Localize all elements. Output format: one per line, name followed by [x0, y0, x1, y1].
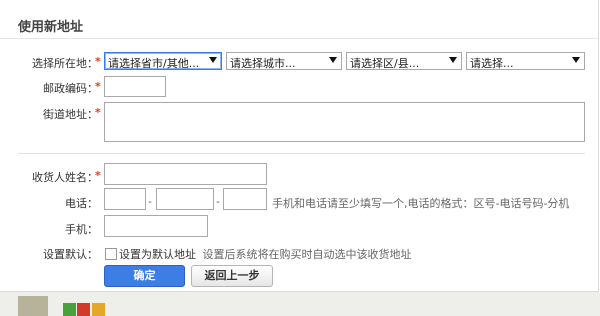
phone-separator: - [148, 195, 152, 208]
background-page-strip [0, 292, 600, 316]
default-label: 设置默认： [43, 248, 98, 261]
dialog-title: 使用新地址 [18, 20, 84, 35]
province-select-value: 请选择省市/其他... [108, 57, 200, 70]
default-address-hint: 设置后系统将在购买时自动选中该收货地址 [202, 248, 412, 261]
default-address-checkbox-label[interactable]: 设置为默认地址 设置后系统将在购买时自动选中该收货地址 [119, 246, 412, 262]
chevron-down-icon [449, 57, 457, 63]
default-checkbox-text: 设置为默认地址 [119, 248, 196, 261]
chevron-down-icon [329, 57, 337, 63]
street-address-textarea[interactable] [104, 102, 585, 142]
confirm-button[interactable]: 确定 [104, 265, 185, 287]
postcode-label: 邮政编码： [43, 82, 98, 95]
street-select[interactable]: 请选择... [466, 52, 585, 70]
phone-number-input[interactable] [156, 188, 214, 210]
postcode-input[interactable] [104, 76, 166, 97]
chevron-down-icon [572, 57, 580, 63]
mobile-input[interactable] [104, 215, 208, 237]
region-required-mark: * [95, 55, 101, 68]
postcode-required-mark: * [95, 80, 101, 93]
region-label: 选择所在地： [32, 57, 98, 70]
street-address-required-mark: * [95, 106, 101, 119]
section-divider [18, 153, 585, 154]
phone-label: 电话： [65, 197, 98, 210]
chevron-down-icon [209, 57, 217, 63]
district-select[interactable]: 请选择区/县... [346, 52, 462, 70]
default-address-checkbox[interactable] [105, 248, 117, 260]
mobile-label: 手机： [65, 223, 98, 236]
phone-extension-input[interactable] [223, 188, 267, 210]
phone-format-hint: 手机和电话请至少填写一个,电话的格式：区号-电话号码-分机 [272, 197, 570, 210]
green-badge-icon [63, 303, 76, 316]
title-divider [0, 38, 598, 39]
street-select-value: 请选择... [470, 57, 514, 70]
phone-separator: - [216, 195, 220, 208]
recipient-name-input[interactable] [104, 163, 267, 185]
city-select-value: 请选择城市... [230, 57, 296, 70]
recipient-label: 收货人姓名： [32, 171, 98, 184]
recipient-required-mark: * [95, 169, 101, 182]
district-select-value: 请选择区/县... [350, 57, 420, 70]
phone-area-code-input[interactable] [104, 188, 146, 210]
city-select[interactable]: 请选择城市... [226, 52, 342, 70]
yellow-badge-icon [92, 303, 105, 316]
back-button[interactable]: 返回上一步 [191, 265, 273, 287]
address-dialog: 使用新地址 选择所在地： * 请选择省市/其他... 请选择城市... 请选择区… [0, 0, 599, 292]
red-badge-icon [77, 303, 90, 316]
province-select[interactable]: 请选择省市/其他... [104, 52, 222, 70]
street-address-label: 街道地址： [43, 108, 98, 121]
product-thumbnail [18, 296, 48, 316]
